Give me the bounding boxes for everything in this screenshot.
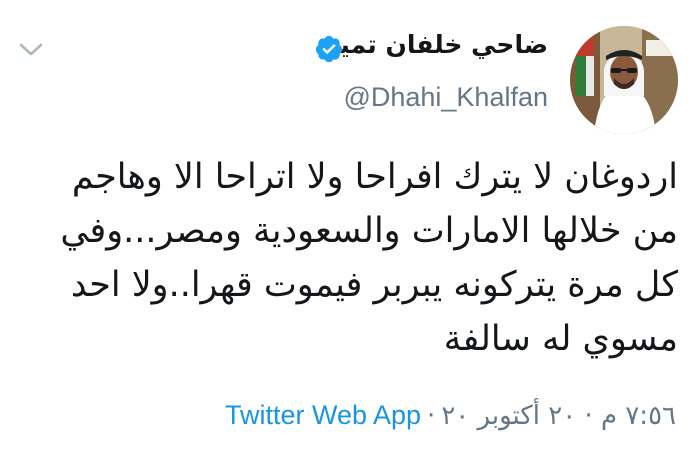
tweet-meta: ٧:٥٦ م · ٢٠ أكتوبر ٢٠·Twitter Web App xyxy=(225,400,676,431)
tweet-text-line: كل مرة يتركونه يبربر فيموت قهرا..ولا احد xyxy=(70,265,678,305)
tweet-timestamp[interactable]: ٧:٥٦ م · ٢٠ أكتوبر ٢٠ xyxy=(441,401,676,431)
chevron-down-icon[interactable] xyxy=(18,40,44,60)
display-name[interactable]: ضاحي خلفان تميم xyxy=(321,30,548,59)
meta-separator: · xyxy=(427,401,436,431)
tweet-text-line: مسوي له سالفة xyxy=(443,319,678,359)
tweet-text-line: من خلالها الامارات والسعودية ومصر...وفي xyxy=(60,211,678,251)
avatar[interactable] xyxy=(570,26,678,134)
source-link[interactable]: Twitter Web App xyxy=(225,400,421,430)
tweet-card: ضاحي خلفان تميم @Dhahi_Khalfan اردوغان ل… xyxy=(0,0,700,465)
tweet-text: اردوغان لا يترك افراحا ولا اتراحا الا وه… xyxy=(18,150,678,366)
verified-badge-icon xyxy=(315,35,343,63)
user-handle[interactable]: @Dhahi_Khalfan xyxy=(343,82,548,113)
tweet-text-line: اردوغان لا يترك افراحا ولا اتراحا الا وه… xyxy=(71,157,678,197)
